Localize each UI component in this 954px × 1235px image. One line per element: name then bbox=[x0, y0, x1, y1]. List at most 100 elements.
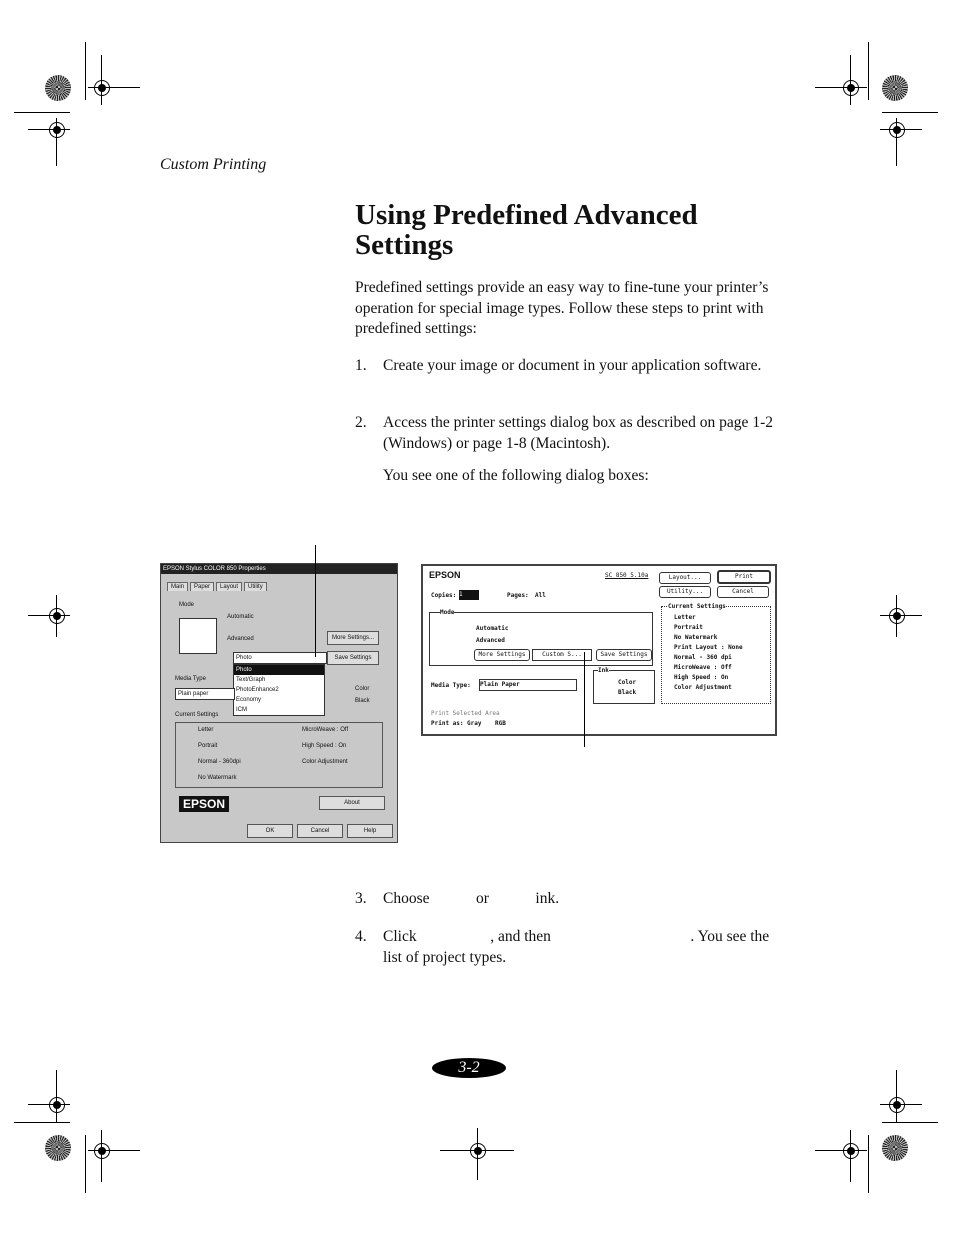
utility-button[interactable]: Utility... bbox=[659, 586, 711, 598]
setting-item: Normal - 360 dpi bbox=[674, 654, 732, 661]
step-3: 3. Choose or ink. bbox=[355, 889, 775, 910]
dropdown-option[interactable]: Text/Graph bbox=[234, 675, 324, 685]
settings-dropdown[interactable]: Photo bbox=[233, 652, 327, 664]
copies-input[interactable]: 1 bbox=[459, 590, 479, 600]
tab-paper[interactable]: Paper bbox=[190, 582, 215, 591]
mode-label: Mode bbox=[179, 602, 195, 608]
registration-star-icon bbox=[882, 75, 908, 101]
help-button[interactable]: Help bbox=[347, 824, 393, 838]
crosshair-icon bbox=[49, 1097, 65, 1113]
tab-utility[interactable]: Utility bbox=[244, 582, 267, 591]
dropdown-option[interactable]: Photo bbox=[234, 665, 324, 675]
crosshair-icon bbox=[889, 1097, 905, 1113]
tab-layout[interactable]: Layout bbox=[216, 582, 243, 591]
ok-button[interactable]: OK bbox=[247, 824, 293, 838]
step-number: 3. bbox=[355, 890, 367, 907]
setting-item: High Speed : On bbox=[302, 743, 347, 749]
mode-label: Mode bbox=[440, 609, 455, 616]
media-type-select[interactable]: Plain Paper bbox=[479, 679, 577, 691]
print-selected-area-checkbox[interactable]: Print Selected Area bbox=[431, 710, 500, 717]
epson-logo: EPSON bbox=[179, 796, 230, 812]
ink-label: Ink bbox=[598, 667, 609, 674]
setting-item: Print Layout : None bbox=[674, 644, 743, 651]
dialog-titlebar: EPSON Stylus COLOR 850 Properties bbox=[161, 564, 397, 574]
mode-automatic-radio[interactable]: Automatic bbox=[476, 625, 509, 632]
callout-line bbox=[584, 652, 585, 747]
mode-automatic-radio[interactable]: Automatic bbox=[227, 614, 254, 620]
setting-item: Color Adjustment bbox=[302, 759, 348, 765]
print-as-gray-radio[interactable]: Gray bbox=[467, 720, 481, 727]
setting-item: No Watermark bbox=[198, 775, 237, 781]
crosshair-icon bbox=[889, 608, 905, 624]
registration-star-icon bbox=[45, 75, 71, 101]
about-button[interactable]: About bbox=[319, 796, 385, 810]
dropdown-option[interactable]: Economy bbox=[234, 695, 324, 705]
setting-item: High Speed : On bbox=[674, 674, 729, 681]
dropdown-option[interactable]: ICM bbox=[234, 705, 324, 715]
custom-settings-dropdown[interactable]: Custom S... bbox=[532, 649, 592, 661]
ink-black-radio[interactable]: Black bbox=[355, 698, 370, 704]
step-number: 1. bbox=[355, 357, 367, 374]
pages-label: Pages: bbox=[507, 592, 529, 599]
crosshair-icon bbox=[94, 80, 110, 96]
ink-black-radio[interactable]: Black bbox=[618, 689, 636, 696]
intro-paragraph: Predefined settings provide an easy way … bbox=[355, 279, 769, 337]
setting-item: MicroWeave : Off bbox=[302, 727, 349, 733]
step-4: 4. Click , and then . You see the list o… bbox=[355, 927, 775, 968]
media-type-label: Media Type bbox=[175, 676, 206, 682]
document-page: Custom Printing Using Predefined Advance… bbox=[0, 0, 954, 1235]
mac-printer-dialog: EPSON SC 850 5.10a Copies: 1 Pages: All … bbox=[421, 564, 777, 736]
crosshair-icon bbox=[470, 1143, 486, 1159]
mode-advanced-radio[interactable]: Advanced bbox=[476, 637, 505, 644]
current-settings-box: Current Settings Letter Portrait No Wate… bbox=[661, 603, 771, 704]
layout-button[interactable]: Layout... bbox=[659, 572, 711, 584]
print-as-rgb-radio[interactable]: RGB bbox=[495, 720, 506, 727]
printer-mode-icon bbox=[179, 618, 217, 654]
cancel-button[interactable]: Cancel bbox=[297, 824, 343, 838]
step-text: Access the printer settings dialog box a… bbox=[383, 414, 773, 452]
crosshair-icon bbox=[889, 122, 905, 138]
mode-advanced-radio[interactable]: Advanced bbox=[227, 636, 254, 642]
setting-item: Portrait bbox=[674, 624, 703, 631]
current-settings-label: Current Settings bbox=[668, 603, 726, 610]
current-settings-label: Current Settings bbox=[175, 712, 219, 718]
step-number: 4. bbox=[355, 928, 367, 945]
step-2: 2. Access the printer settings dialog bo… bbox=[355, 413, 775, 454]
more-settings-button[interactable]: More Settings... bbox=[327, 631, 379, 645]
current-settings-box: Letter Portrait Normal - 360dpi No Water… bbox=[175, 722, 383, 788]
crosshair-icon bbox=[843, 1143, 859, 1159]
ink-color-radio[interactable]: Color bbox=[355, 686, 369, 692]
save-settings-button[interactable]: Save Settings bbox=[327, 651, 379, 665]
dropdown-option[interactable]: PhotoEnhance2 bbox=[234, 685, 324, 695]
cancel-button[interactable]: Cancel bbox=[717, 586, 769, 598]
copies-label: Copies: bbox=[431, 592, 457, 599]
setting-item: MicroWeave : Off bbox=[674, 664, 732, 671]
windows-printer-dialog: EPSON Stylus COLOR 850 Properties Main P… bbox=[160, 563, 398, 843]
setting-item: Portrait bbox=[198, 743, 218, 749]
settings-dropdown-list: Photo Text/Graph PhotoEnhance2 Economy I… bbox=[233, 664, 325, 716]
step-text: Click , and then . You see the list of p… bbox=[383, 928, 774, 966]
setting-item: Letter bbox=[198, 727, 214, 733]
crosshair-icon bbox=[843, 80, 859, 96]
crosshair-icon bbox=[49, 122, 65, 138]
ink-color-radio[interactable]: Color bbox=[618, 679, 636, 686]
running-header: Custom Printing bbox=[160, 156, 267, 173]
print-button[interactable]: Print bbox=[717, 570, 771, 584]
print-as-label: Print as: bbox=[431, 720, 464, 727]
save-settings-button[interactable]: Save Settings bbox=[596, 649, 652, 661]
step-1: 1. Create your image or document in your… bbox=[355, 356, 775, 377]
pages-all-radio[interactable]: All bbox=[535, 592, 546, 599]
tab-main[interactable]: Main bbox=[167, 582, 189, 591]
more-settings-button[interactable]: More Settings bbox=[474, 649, 530, 661]
setting-item: Letter bbox=[674, 614, 696, 621]
step-text: Choose or ink. bbox=[383, 890, 560, 907]
setting-item: Normal - 360dpi bbox=[198, 759, 241, 765]
registration-star-icon bbox=[45, 1135, 71, 1161]
step-number: 2. bbox=[355, 414, 367, 431]
page-number-badge: 3-2 bbox=[432, 1058, 506, 1078]
registration-star-icon bbox=[882, 1135, 908, 1161]
page-title: Using Predefined Advanced Settings bbox=[355, 199, 698, 261]
media-type-select[interactable]: Plain paper bbox=[175, 688, 235, 700]
ink-group: Ink Color Black bbox=[593, 667, 655, 704]
callout-line bbox=[315, 545, 316, 657]
